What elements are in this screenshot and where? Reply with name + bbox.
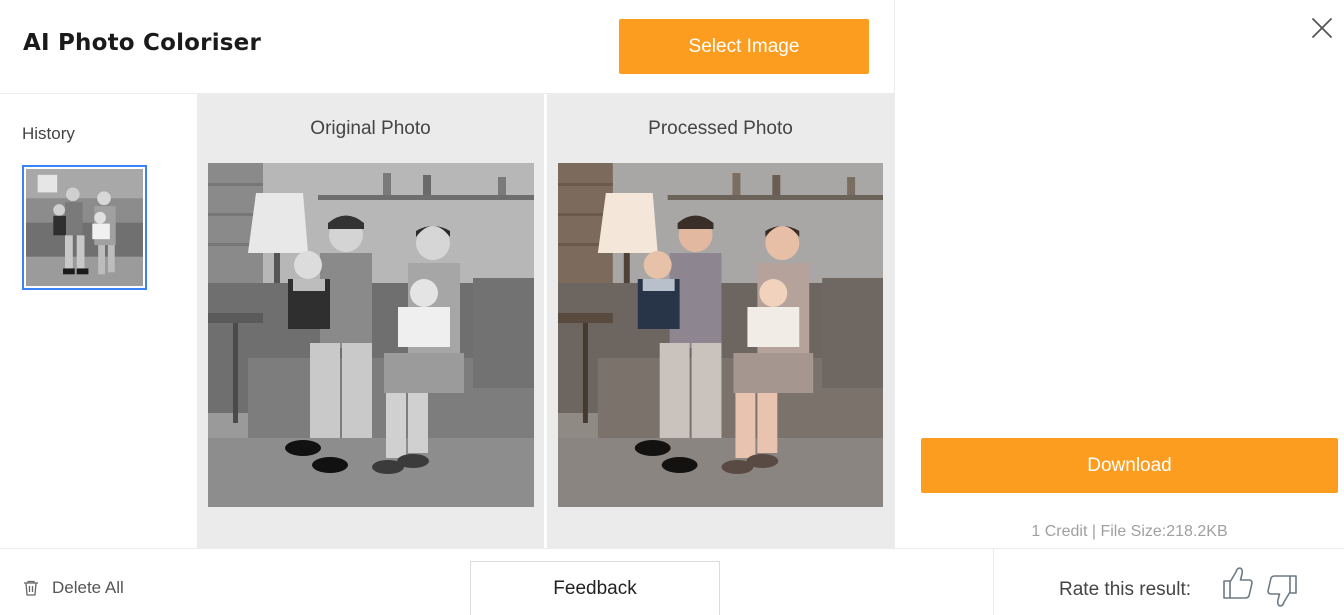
original-photo-panel: Original Photo (197, 94, 544, 548)
rate-result-label: Rate this result: (1059, 579, 1191, 600)
processed-photo (558, 163, 883, 507)
right-panel-divider (894, 0, 895, 548)
trash-icon (24, 580, 38, 596)
app-window: AI Photo Coloriser Select Image History (0, 0, 1344, 615)
credit-file-size-info: 1 Credit | File Size:218.2KB (1031, 523, 1228, 540)
select-image-button[interactable]: Select Image (619, 19, 869, 74)
download-button[interactable]: Download (921, 438, 1338, 493)
thumbs-down-icon[interactable] (1265, 573, 1299, 609)
app-title: AI Photo Coloriser (23, 30, 262, 56)
thumbs-up-icon[interactable] (1221, 565, 1255, 601)
footer-divider (0, 548, 1344, 549)
history-thumbnail[interactable] (22, 165, 147, 290)
close-icon[interactable] (1310, 16, 1334, 40)
processed-photo-title: Processed Photo (648, 118, 793, 139)
delete-all-label: Delete All (52, 578, 124, 597)
feedback-button[interactable]: Feedback (470, 561, 720, 615)
delete-all-button[interactable]: Delete All (22, 578, 124, 598)
footer-rating-divider (993, 549, 994, 615)
processed-photo-panel: Processed Photo (547, 94, 894, 548)
original-photo-title: Original Photo (310, 118, 431, 139)
history-title: History (22, 124, 75, 143)
original-photo (208, 163, 534, 507)
